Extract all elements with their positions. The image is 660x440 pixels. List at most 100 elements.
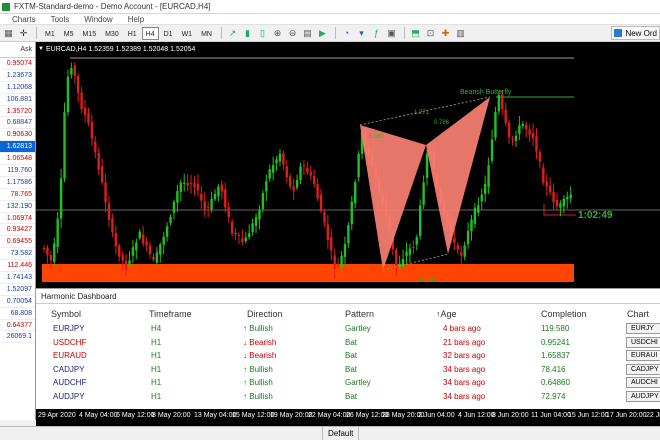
market-watch-row[interactable]: 106.881 xyxy=(0,94,35,106)
market-watch-row[interactable]: 0.95074 xyxy=(0,58,35,70)
menu-charts[interactable]: Charts xyxy=(12,14,36,24)
market-watch-row[interactable]: 1.06974 xyxy=(0,213,35,225)
row-completion: 1.65837 xyxy=(541,351,570,361)
market-watch-row[interactable]: 0.93427 xyxy=(0,224,35,237)
open-chart-button[interactable]: AUDJPY xyxy=(626,391,660,402)
candle-body xyxy=(316,184,319,199)
period-icon[interactable]: ◔ xyxy=(340,27,353,40)
market-watch-row[interactable]: 1.62813 xyxy=(0,141,35,154)
templates-icon[interactable]: ▾ xyxy=(355,27,368,40)
market-watch-row[interactable]: 1.35720 xyxy=(0,106,35,118)
market-watch-row[interactable]: 112.446 xyxy=(0,260,35,273)
time-axis-label: 4 Jun 12:00 xyxy=(458,412,495,419)
row-pattern: Bat xyxy=(345,337,358,347)
tf-d1[interactable]: D1 xyxy=(160,27,177,40)
col-header-age[interactable]: ↑Age xyxy=(436,309,457,319)
market-watch-row[interactable]: 1.52097 xyxy=(0,284,35,296)
crosshair-icon[interactable]: ✛ xyxy=(17,27,30,40)
tf-m5[interactable]: M5 xyxy=(60,27,78,40)
ratio-label: 0.786 xyxy=(434,120,450,126)
chart-collapse-icon[interactable]: ▼ xyxy=(38,46,44,52)
market-watch-row[interactable]: 1.12068 xyxy=(0,82,35,94)
tf-h4[interactable]: H4 xyxy=(141,26,159,40)
open-chart-button[interactable]: USDCHI xyxy=(626,336,660,348)
market-watch-row[interactable]: 0.90630 xyxy=(0,129,35,142)
app-icon xyxy=(2,3,10,11)
market-watch-row[interactable]: 1.74143 xyxy=(0,272,35,284)
candle-body xyxy=(121,254,124,261)
menu-window[interactable]: Window xyxy=(84,14,112,24)
candle-body xyxy=(473,207,477,224)
row-direction: ↑ Bullish xyxy=(243,364,273,374)
row-completion: 119.580 xyxy=(541,324,570,333)
indicators-icon[interactable]: ƒ xyxy=(370,27,383,40)
open-chart-button[interactable]: CADJPY xyxy=(626,363,660,375)
candle-body xyxy=(412,247,415,249)
candle-body xyxy=(333,255,336,270)
row-timeframe: H1 xyxy=(151,392,162,401)
time-axis-label: 22 May 04:00 xyxy=(308,412,351,419)
tf-m1[interactable]: M1 xyxy=(41,27,59,40)
terminal-icon[interactable]: ▥ xyxy=(454,27,467,40)
pattern-name-label: Bearish Butterfly xyxy=(460,89,512,96)
candle-body xyxy=(312,176,316,184)
candle-body xyxy=(141,234,145,244)
candle-countdown: 1:02:49 xyxy=(578,210,613,221)
candle-body xyxy=(357,153,360,178)
candle-body xyxy=(299,166,302,181)
tf-m30[interactable]: M30 xyxy=(101,27,123,40)
candle-body xyxy=(480,194,483,202)
row-completion: 0.95241 xyxy=(541,337,570,347)
market-watch-row[interactable]: 0.64377 xyxy=(0,320,35,332)
candle-body xyxy=(224,189,227,208)
market-watch-row[interactable]: 68.808 xyxy=(0,308,35,320)
tf-mn[interactable]: MN xyxy=(197,27,216,40)
new-order-button[interactable]: New Ord xyxy=(611,26,660,40)
candle-body xyxy=(261,192,265,209)
menu-help[interactable]: Help xyxy=(128,14,144,24)
ask-column-header: Ask xyxy=(0,42,35,58)
candle-body xyxy=(251,223,254,233)
candle-body xyxy=(504,109,507,123)
grid-icon[interactable]: ▤ xyxy=(301,27,314,40)
zoom-in-icon[interactable]: ⊕ xyxy=(271,27,284,40)
candle-body xyxy=(80,92,83,110)
tf-m15[interactable]: M15 xyxy=(78,27,100,40)
bar-chart-icon[interactable]: ▮ xyxy=(241,27,254,40)
open-chart-button[interactable]: AUDCHI xyxy=(626,377,660,389)
market-watch-row[interactable]: 1.06548 xyxy=(0,153,35,166)
open-chart-button[interactable]: EURJY xyxy=(626,323,660,334)
market-watch-row[interactable]: 119.760 xyxy=(0,165,35,177)
market-watch-row[interactable]: 73.582 xyxy=(0,248,35,261)
candle-body xyxy=(401,259,405,266)
candle-body xyxy=(258,209,261,220)
data-window-icon[interactable]: ⊡ xyxy=(424,27,437,40)
market-watch-row[interactable]: 0.69455 xyxy=(0,236,35,249)
candle-chart-icon[interactable]: ▯ xyxy=(256,27,269,40)
autoscroll-icon[interactable]: ▶ xyxy=(316,27,329,40)
price-chart[interactable]: Bearish Butterfly 1.271 0.382 0.786 0.618 1:0… xyxy=(36,42,660,288)
tf-w1[interactable]: W1 xyxy=(178,27,197,40)
chart-symbol-header: EURCAD,H4 1.52359 1.52389 1.52048 1.5205… xyxy=(46,46,196,53)
line-chart-icon[interactable]: ↗ xyxy=(226,27,239,40)
market-watch-row[interactable]: 26069.1 xyxy=(0,331,35,344)
objects-icon[interactable]: ▣ xyxy=(385,27,398,40)
zoom-out-icon[interactable]: ⊖ xyxy=(286,27,299,40)
market-watch-row[interactable]: 132.190 xyxy=(0,201,35,213)
time-axis-label: 11 Jun 04:00 xyxy=(531,412,571,419)
open-chart-button[interactable]: EURAUI xyxy=(626,350,660,362)
tf-h1[interactable]: H1 xyxy=(124,27,141,40)
market-watch-row[interactable]: 78.765 xyxy=(0,189,35,201)
market-watch-row[interactable]: 0.70054 xyxy=(0,296,35,308)
new-chart-icon[interactable]: ▦ xyxy=(2,27,15,40)
col-header-symbol: Symbol xyxy=(51,309,82,319)
menu-tools[interactable]: Tools xyxy=(51,14,70,24)
time-axis-label: 4 May 04:00 xyxy=(79,412,118,419)
candle-body xyxy=(118,245,121,257)
row-timeframe: H1 xyxy=(151,378,162,388)
market-watch-row[interactable]: 1.23673 xyxy=(0,70,35,82)
navigator-icon[interactable]: ✚ xyxy=(439,27,452,40)
market-watch-row[interactable]: 1.17586 xyxy=(0,177,35,189)
market-watch-icon[interactable]: ⬒ xyxy=(409,27,422,40)
market-watch-row[interactable]: 0.68847 xyxy=(0,117,35,130)
